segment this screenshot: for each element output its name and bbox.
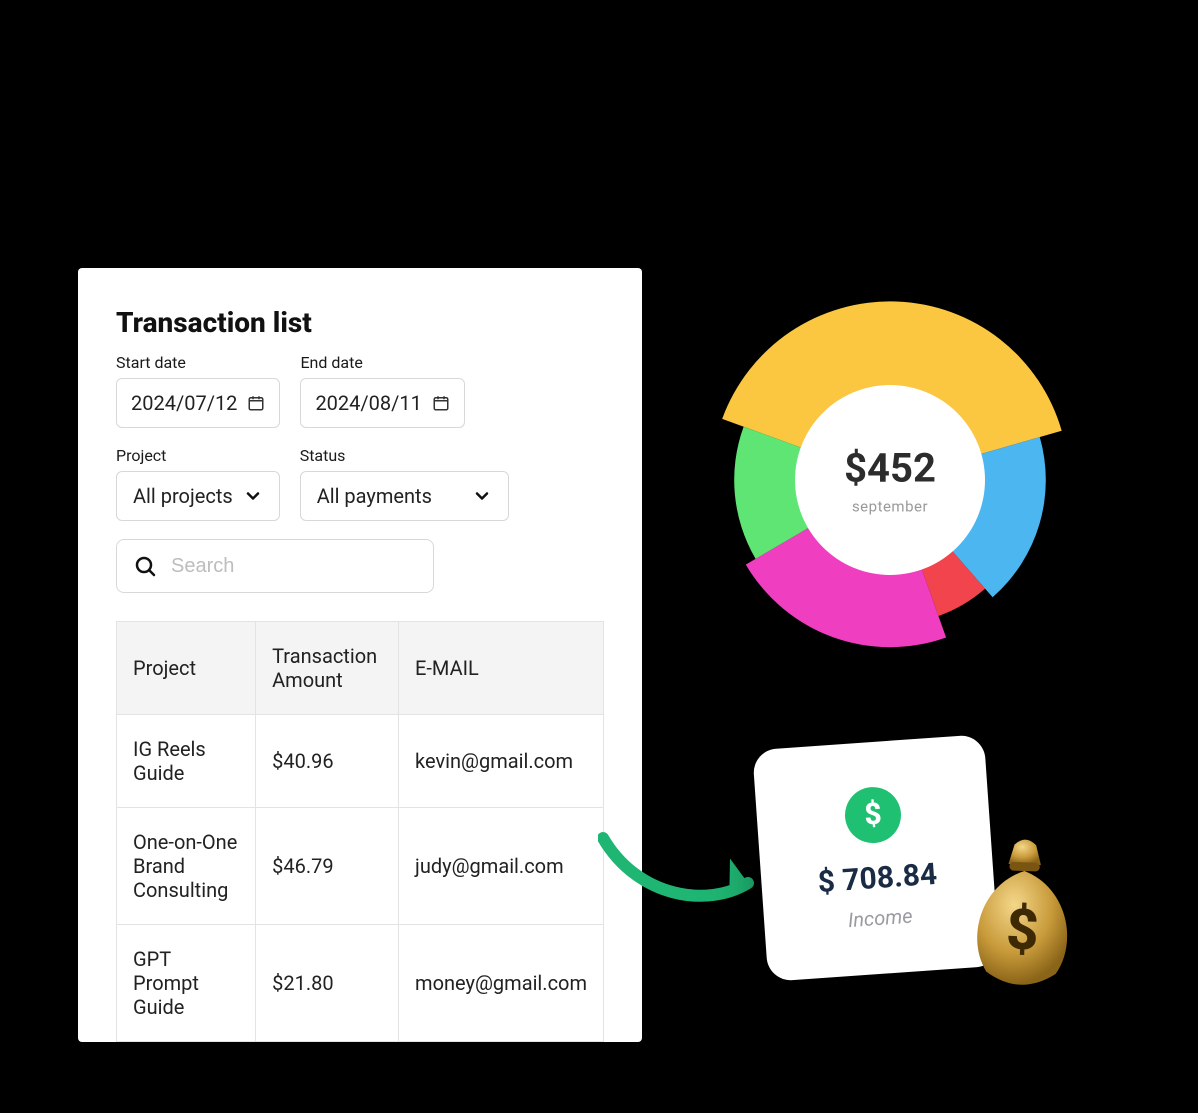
cell-amount: $21.80 (256, 925, 399, 1042)
cell-email: judy@gmail.com (399, 808, 604, 925)
status-label: Status (300, 446, 509, 465)
donut-center: $452 september (844, 445, 936, 516)
cell-project: IG Reels Guide (117, 715, 256, 808)
cell-amount: $46.79 (256, 808, 399, 925)
search-icon (133, 554, 157, 578)
money-bag-icon: $ (955, 830, 1091, 997)
transaction-card: Transaction list Start date 2024/07/12 E… (78, 268, 642, 1042)
page-title: Transaction list (116, 306, 604, 339)
income-label: Income (847, 903, 913, 931)
end-date-label: End date (300, 353, 464, 372)
donut-period: september (844, 498, 936, 516)
dollar-icon: $ (843, 785, 903, 845)
table-header-row: Project Transaction Amount E-MAIL (117, 622, 604, 715)
cell-amount: $40.96 (256, 715, 399, 808)
search-box[interactable] (116, 539, 434, 593)
project-field: Project All projects (116, 446, 280, 521)
col-amount: Transaction Amount (256, 622, 399, 715)
end-date-value: 2024/08/11 (315, 391, 421, 415)
transaction-table: Project Transaction Amount E-MAIL IG Ree… (116, 621, 604, 1042)
project-value: All projects (133, 484, 233, 508)
donut-amount: $452 (844, 445, 936, 492)
cell-project: One-on-One Brand Consulting (117, 808, 256, 925)
table-row: IG Reels Guide $40.96 kevin@gmail.com (117, 715, 604, 808)
arrow-icon (598, 828, 778, 928)
search-input[interactable] (171, 555, 417, 578)
end-date-field: End date 2024/08/11 (300, 353, 464, 428)
project-select[interactable]: All projects (116, 471, 280, 521)
start-date-field: Start date 2024/07/12 (116, 353, 280, 428)
income-amount: $ 708.84 (817, 856, 939, 899)
spending-donut-chart: $452 september (700, 290, 1080, 670)
calendar-icon (432, 394, 450, 412)
status-select[interactable]: All payments (300, 471, 509, 521)
cell-project: GPT Prompt Guide (117, 925, 256, 1042)
start-date-label: Start date (116, 353, 280, 372)
table-row: GPT Prompt Guide $21.80 money@gmail.com (117, 925, 604, 1042)
start-date-value: 2024/07/12 (131, 391, 237, 415)
cell-email: kevin@gmail.com (399, 715, 604, 808)
chevron-down-icon (243, 486, 263, 506)
col-email: E-MAIL (399, 622, 604, 715)
status-value: All payments (317, 484, 432, 508)
table-row: One-on-One Brand Consulting $46.79 judy@… (117, 808, 604, 925)
col-project: Project (117, 622, 256, 715)
chevron-down-icon (472, 486, 492, 506)
status-field: Status All payments (300, 446, 509, 521)
svg-text:$: $ (1005, 896, 1040, 963)
calendar-icon (247, 394, 265, 412)
cell-email: money@gmail.com (399, 925, 604, 1042)
start-date-input[interactable]: 2024/07/12 (116, 378, 280, 428)
end-date-input[interactable]: 2024/08/11 (300, 378, 464, 428)
project-label: Project (116, 446, 280, 465)
